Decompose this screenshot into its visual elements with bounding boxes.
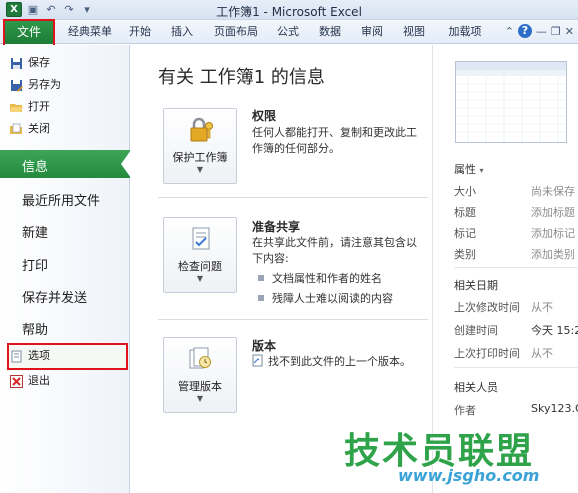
versions-desc-row: 找不到此文件的上一个版本。 [252, 354, 422, 372]
check-issues-label: 检查问题 [178, 260, 222, 273]
properties-header[interactable]: 属性 ▾ [454, 161, 484, 177]
share-desc: 在共享此文件前，请注意其包含以下内容: [252, 236, 417, 265]
versions-title: 版本 [252, 339, 277, 353]
tab-page-layout[interactable]: 页面布局 [208, 20, 264, 44]
prop-value: 从不 [531, 347, 553, 360]
properties-header-label: 属性 [454, 163, 476, 176]
prop-label: 类别 [454, 248, 476, 261]
title-bar: X ▣ ↶ ↷ ▾ 工作簿1 - Microsoft Excel [0, 0, 578, 20]
check-issues-button[interactable]: 检查问题 ▼ [163, 217, 237, 293]
manage-versions-button[interactable]: 管理版本 ▼ [163, 337, 237, 413]
page-title: 有关 工作簿1 的信息 [158, 67, 325, 88]
versions-icon [188, 346, 214, 372]
window-title: 工作簿1 - Microsoft Excel [216, 5, 362, 19]
chevron-down-icon: ▼ [196, 274, 204, 283]
tab-formulas[interactable]: 公式 [270, 20, 306, 44]
nav-exit[interactable]: 退出 [10, 371, 50, 391]
bullet-icon [258, 295, 264, 301]
dates-header: 相关日期 [454, 279, 498, 292]
window-controls: ⌃ ? — ❐ ✕ [505, 24, 574, 38]
nav-options[interactable]: 选项 [10, 346, 50, 366]
options-icon [10, 350, 23, 363]
nav-open-label: 打开 [28, 100, 50, 113]
tab-home[interactable]: 开始 [122, 20, 158, 44]
open-folder-icon [10, 101, 23, 114]
versions-desc: 找不到此文件的上一个版本。 [268, 355, 411, 368]
nav-close[interactable]: 关闭 [10, 119, 50, 139]
prop-label: 标记 [454, 227, 476, 240]
permissions-title: 权限 [252, 109, 277, 123]
tab-review[interactable]: 审阅 [354, 20, 390, 44]
ribbon-tabs: 文件 经典菜单 开始 插入 页面布局 公式 数据 审阅 视图 加载项 ⌃ ? —… [0, 20, 578, 44]
list-item: 文档属性和作者的姓名 [258, 270, 382, 286]
tab-view[interactable]: 视图 [396, 20, 432, 44]
inspect-document-icon [188, 226, 214, 252]
divider [454, 267, 578, 268]
nav-info-label: 信息 [22, 160, 49, 175]
document-icon [252, 354, 264, 372]
save-as-icon [10, 79, 23, 92]
prop-label: 上次修改时间 [454, 301, 520, 314]
nav-save-label: 保存 [28, 56, 50, 69]
people-header: 相关人员 [454, 381, 498, 394]
lock-key-icon [188, 117, 214, 143]
nav-options-label: 选项 [28, 349, 50, 362]
divider [454, 367, 578, 368]
prop-value: 今天 15:25 [531, 324, 578, 337]
protect-workbook-label: 保护工作簿 [172, 151, 228, 164]
tab-data[interactable]: 数据 [312, 20, 348, 44]
prop-value: 尚未保存 [531, 185, 575, 198]
nav-new[interactable]: 新建 [22, 222, 48, 241]
protect-workbook-button[interactable]: 保护工作簿 ▼ [163, 108, 237, 184]
nav-close-label: 关闭 [28, 122, 50, 135]
share-item-label: 文档属性和作者的姓名 [272, 272, 382, 285]
nav-print[interactable]: 打印 [22, 255, 48, 274]
prop-label: 大小 [454, 185, 476, 198]
save-icon [10, 57, 23, 70]
nav-help[interactable]: 帮助 [22, 319, 48, 338]
prop-category-input[interactable]: 添加类别 [531, 246, 575, 262]
manage-versions-label: 管理版本 [178, 380, 222, 393]
nav-open[interactable]: 打开 [10, 97, 50, 117]
close-document-icon [10, 123, 23, 136]
prop-tags-input[interactable]: 添加标记 [531, 225, 575, 241]
nav-save-as[interactable]: 另存为 [10, 75, 61, 95]
prop-label: 上次打印时间 [454, 347, 520, 360]
divider [158, 197, 428, 198]
prop-label: 标题 [454, 206, 476, 219]
nav-info[interactable]: 信息 [0, 150, 131, 178]
divider [158, 319, 428, 320]
nav-exit-label: 退出 [28, 374, 50, 387]
chevron-down-icon: ▾ [479, 166, 484, 175]
tab-classic-menu[interactable]: 经典菜单 [62, 20, 118, 44]
permissions-desc: 任何人都能打开、复制和更改此工作簿的任何部分。 [252, 126, 417, 155]
nav-recent[interactable]: 最近所用文件 [22, 190, 100, 209]
minimize-icon[interactable]: — [536, 25, 547, 38]
chevron-down-icon: ▼ [196, 165, 204, 174]
prop-label: 创建时间 [454, 324, 498, 337]
collapse-ribbon-icon[interactable]: ⌃ [505, 25, 514, 38]
watermark-url: www.jsgho.com [398, 466, 540, 485]
tab-insert[interactable]: 插入 [164, 20, 200, 44]
prop-label: 作者 [454, 404, 476, 417]
prop-value: 从不 [531, 301, 553, 314]
backstage-nav: 保存 另存为 打开 关闭 信息 最近所用文件 新建 打印 保存并发送 帮助 选项… [0, 45, 131, 493]
restore-icon[interactable]: ❐ [551, 25, 561, 38]
workbook-thumbnail [455, 61, 567, 143]
prop-author-value[interactable]: Sky123.Or [531, 402, 578, 415]
close-icon[interactable]: ✕ [565, 25, 574, 38]
prop-title-input[interactable]: 添加标题 [531, 204, 575, 220]
help-icon[interactable]: ? [517, 24, 532, 38]
share-title: 准备共享 [252, 220, 301, 234]
list-item: 残障人士难以阅读的内容 [258, 290, 393, 306]
file-tab-highlight [3, 19, 55, 47]
exit-icon [10, 374, 23, 388]
tab-add-ins[interactable]: 加载项 [440, 20, 490, 44]
chevron-down-icon: ▼ [196, 394, 204, 403]
bullet-icon [258, 275, 264, 281]
nav-save-as-label: 另存为 [28, 78, 61, 91]
nav-save[interactable]: 保存 [10, 53, 50, 73]
nav-save-send[interactable]: 保存并发送 [22, 287, 87, 306]
share-item-label: 残障人士难以阅读的内容 [272, 292, 393, 305]
